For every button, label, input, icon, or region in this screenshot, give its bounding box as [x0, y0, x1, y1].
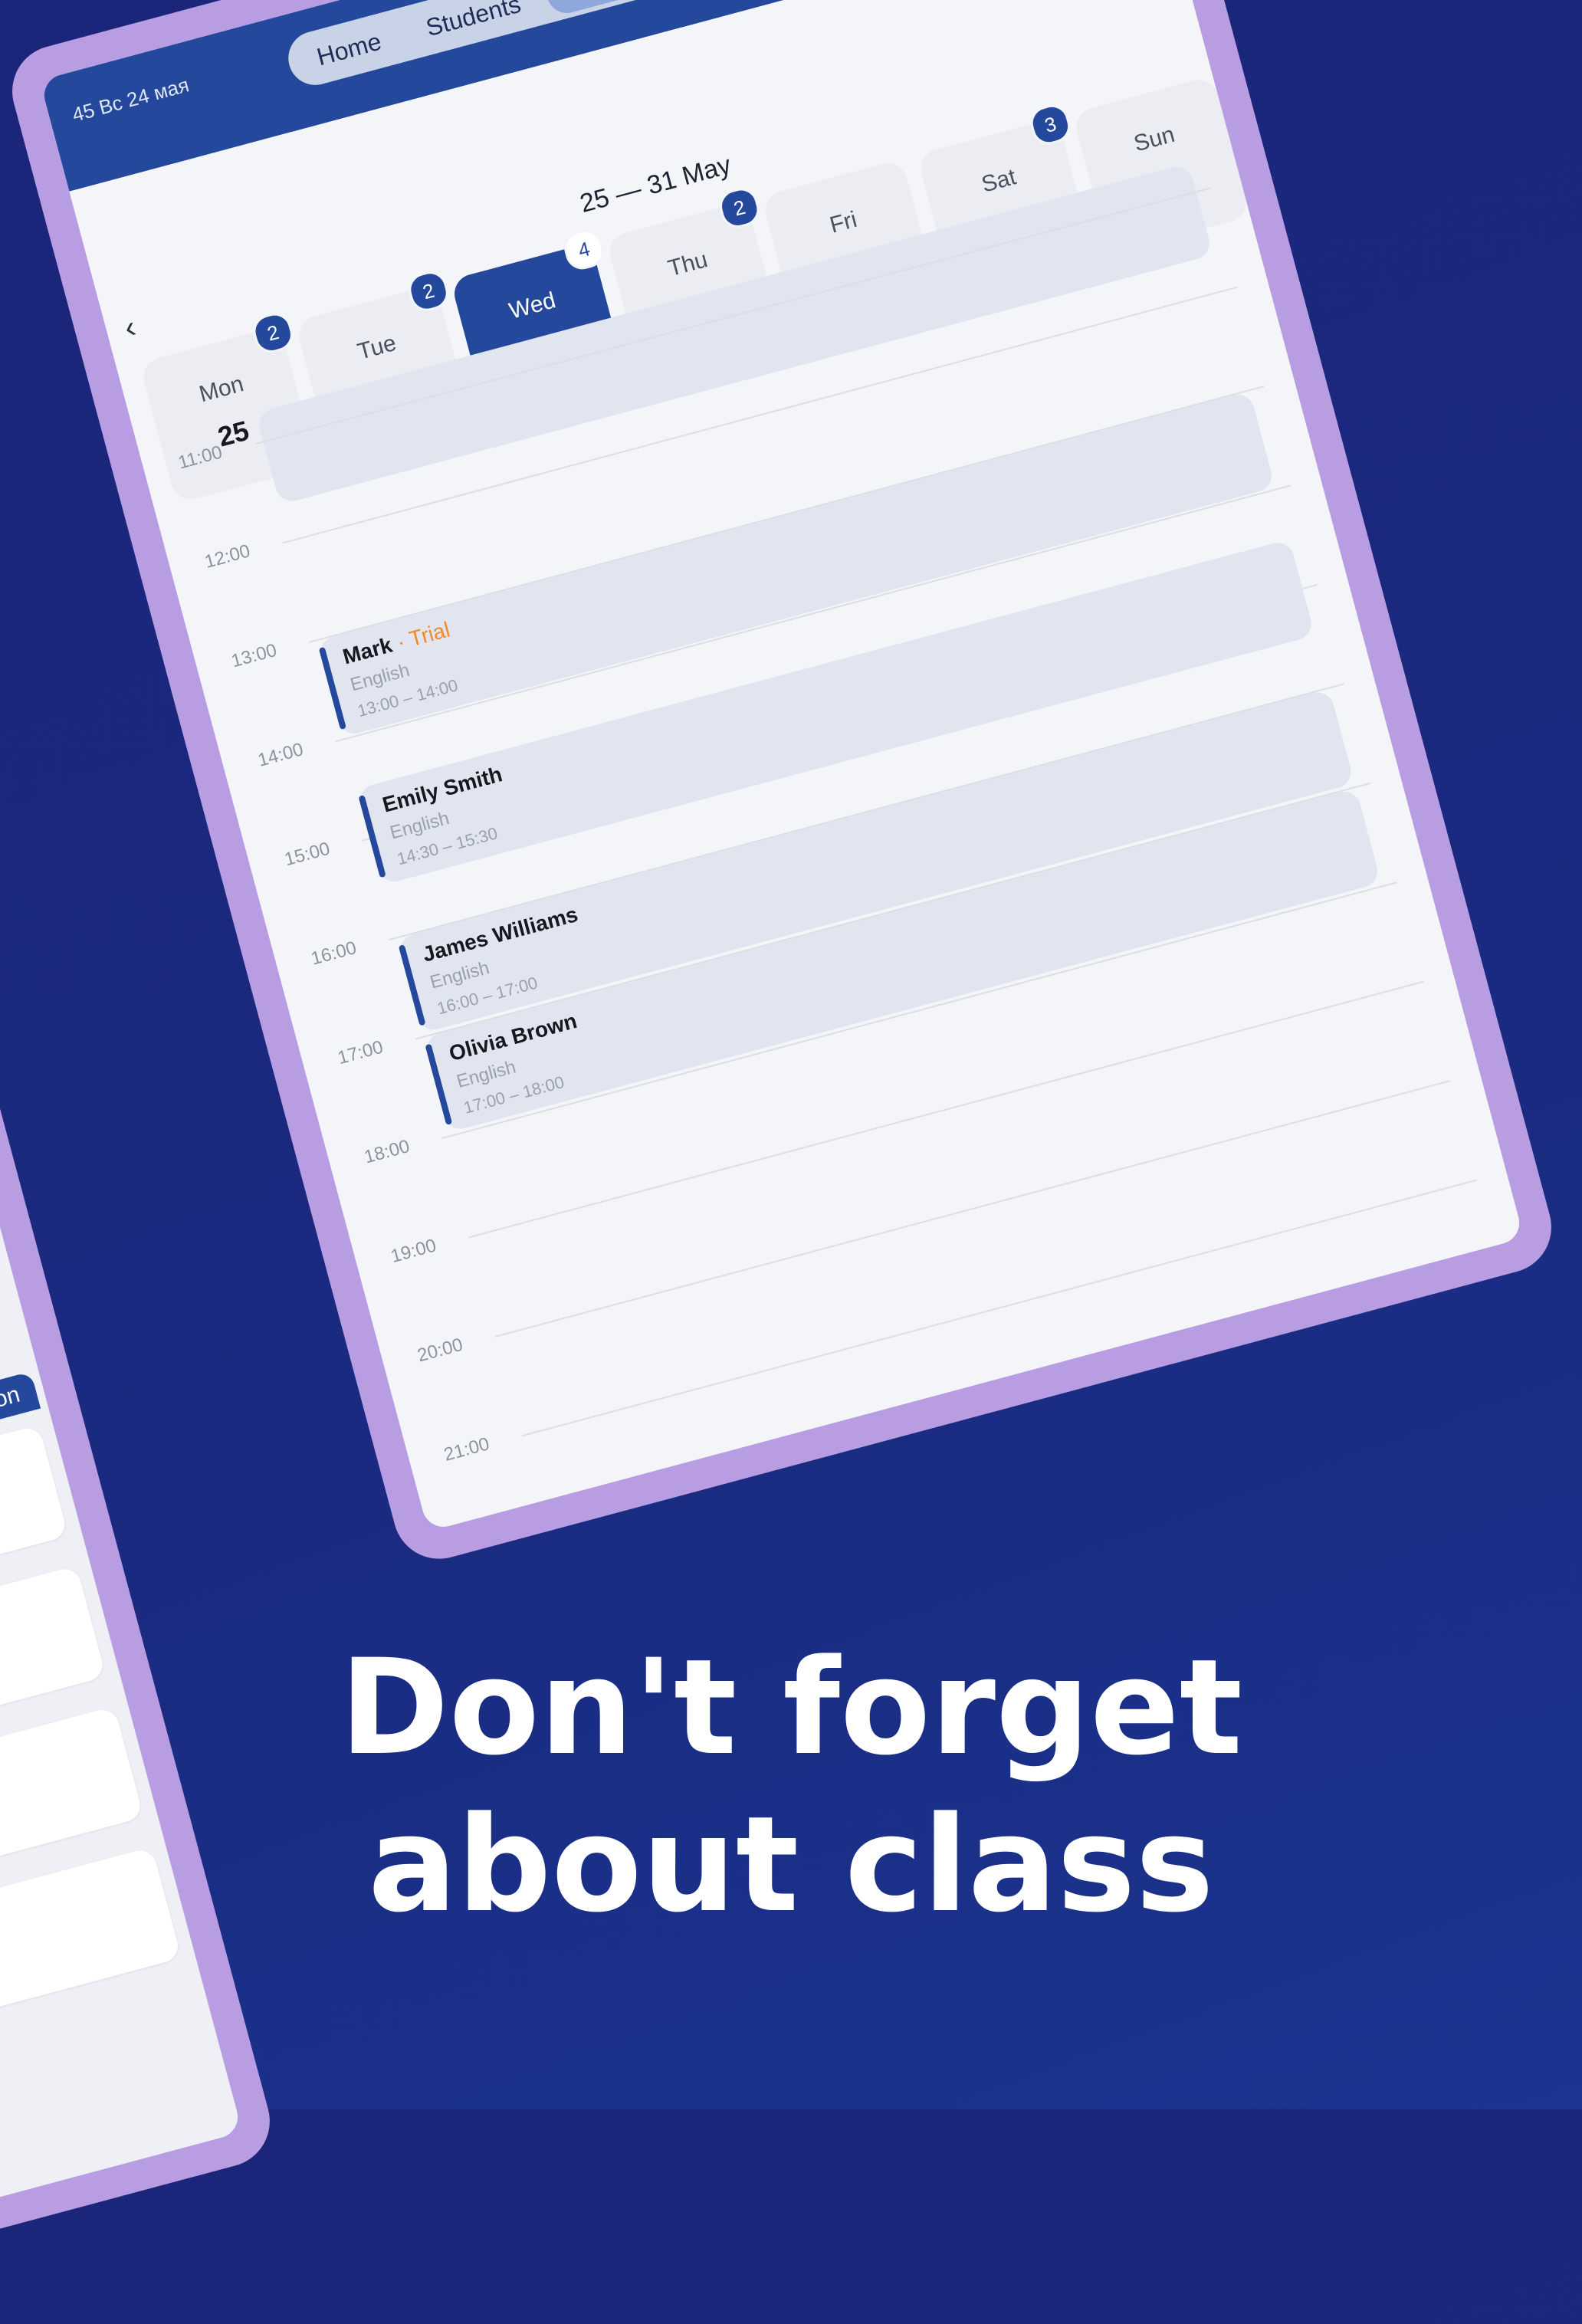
nav-schedule[interactable]: Schedule — [540, 0, 690, 18]
chevron-left-icon[interactable]: ‹ — [121, 310, 140, 346]
headline-line-2: about class — [368, 1787, 1214, 1942]
background-tablet-screen: esson — [0, 932, 243, 2287]
nav-students[interactable]: Students — [402, 0, 545, 54]
lesson-count-badge: 3 — [1026, 100, 1075, 149]
week-range: 25 — 31 May — [576, 150, 734, 219]
headline-line-1: Don't forget — [340, 1630, 1242, 1784]
lesson-count-badge: 2 — [716, 184, 763, 231]
tablet-frame: 45 Вс 24 мая Home Students Schedule ‹ 25… — [2, 0, 1562, 1570]
add-lesson-tab[interactable]: esson — [0, 1371, 41, 1433]
lesson-count-badge: 2 — [249, 309, 297, 356]
lesson-count-badge: 2 — [405, 268, 452, 315]
background-tablet: esson — [0, 894, 281, 2324]
hour-label: 11:00 — [176, 441, 225, 474]
nav-home[interactable]: Home — [293, 15, 405, 84]
schedule-screen: 45 Вс 24 мая Home Students Schedule ‹ 25… — [39, 0, 1525, 1532]
trial-tag: · Trial — [394, 617, 453, 655]
status-bar-text: 45 Вс 24 мая — [69, 73, 192, 126]
lesson-count-badge: 4 — [560, 225, 608, 274]
